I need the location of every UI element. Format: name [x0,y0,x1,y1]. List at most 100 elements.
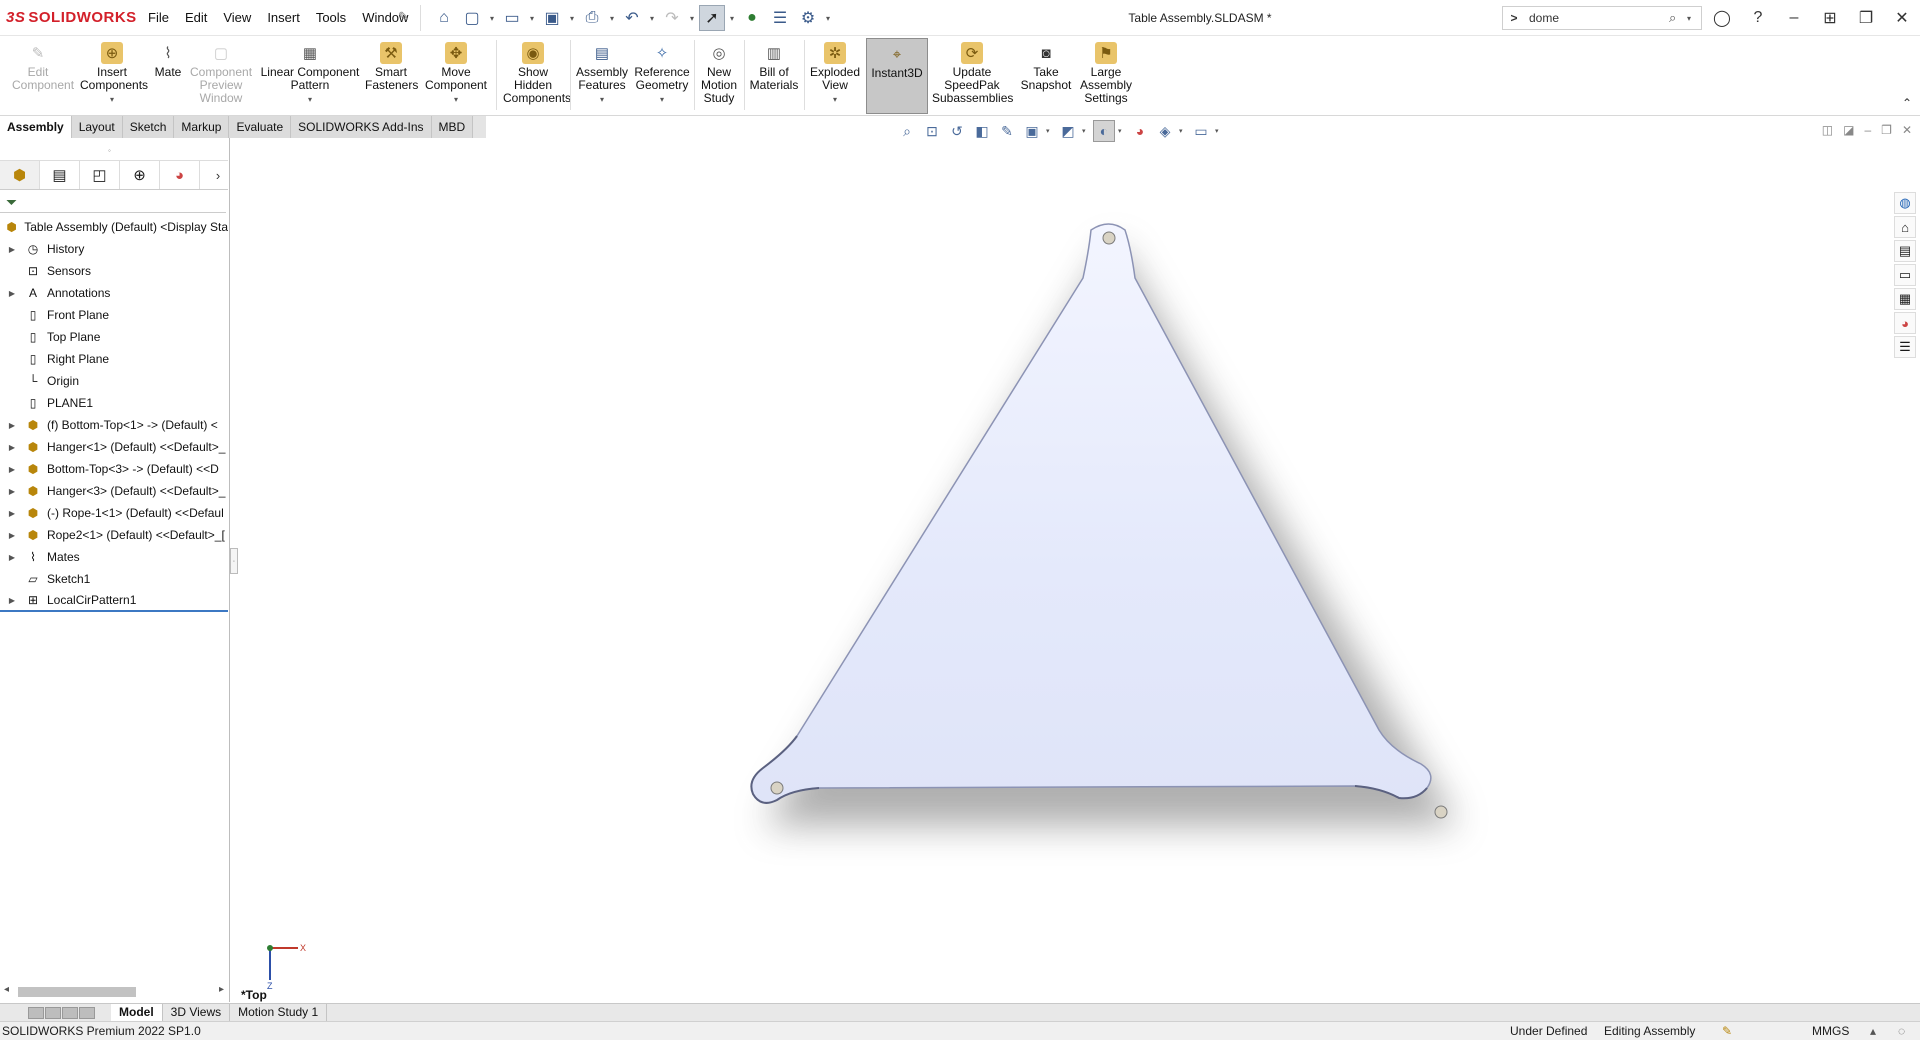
exploded-view-dropdown-icon[interactable]: ▾ [833,93,837,106]
feature-manager-tree-icon[interactable]: ⬢ [0,161,40,189]
insert-components-button[interactable]: ⊕ Insert Components ▾ [76,38,148,114]
save-icon[interactable]: ▣ [539,5,565,31]
tree-item-local-pattern[interactable]: ▶ ⊞ LocalCirPattern1 [0,590,228,612]
expand-arrow-icon[interactable]: ▶ [6,487,18,496]
linear-pattern-dropdown-icon[interactable]: ▾ [308,93,312,106]
section-view-icon[interactable]: ◧ [971,120,993,142]
tree-item-sketch1[interactable]: ▱ Sketch1 [0,568,228,590]
tab-sketch[interactable]: Sketch [122,116,175,138]
rebuild-status-icon[interactable]: ✎ [1722,1022,1732,1041]
select-dropdown-icon[interactable]: ▾ [727,14,737,23]
display-style-icon[interactable]: ◩ [1057,120,1079,142]
linear-component-pattern-button[interactable]: ▦ Linear Component Pattern ▾ [258,38,362,114]
help-icon[interactable]: ? [1740,0,1776,36]
new-dropdown-icon[interactable]: ▾ [487,14,497,23]
large-assembly-settings-button[interactable]: ⚑ Large Assembly Settings [1078,38,1134,114]
assembly-features-dropdown-icon[interactable]: ▾ [600,93,604,106]
menu-tools[interactable]: Tools [308,10,354,25]
hide-show-items-icon[interactable]: ◐ [1093,120,1115,142]
expand-tabs-icon[interactable]: › [208,168,228,183]
collapse-ribbon-icon[interactable]: ⌃ [1902,96,1912,110]
tab-evaluate[interactable]: Evaluate [229,116,292,138]
expand-arrow-icon[interactable]: ▶ [6,443,18,452]
appearances-icon[interactable]: ▦ [1894,288,1916,310]
solidworks-resources-icon[interactable]: ◍ [1894,192,1916,214]
tile-icon[interactable]: ⊞ [1812,0,1848,36]
scroll-left-icon[interactable]: ◂ [4,984,9,995]
view-orientation-dropdown-icon[interactable]: ▾ [1046,127,1054,135]
rebuild-icon[interactable]: ● [739,5,765,31]
tab-motion-study[interactable]: Motion Study 1 [230,1003,328,1022]
viewport-minimize-icon[interactable]: – [1864,123,1871,137]
tree-item-annotations[interactable]: ▶ A Annotations [0,282,228,304]
menu-file[interactable]: File [140,10,177,25]
search-input[interactable]: dome [1525,11,1669,25]
edit-appearance-icon[interactable]: ◕ [1129,120,1151,142]
appearances-scenes-icon[interactable]: ◕ [1894,312,1916,334]
open-folder-icon[interactable]: ▭ [499,5,525,31]
tree-item-sensors[interactable]: ⊡ Sensors [0,260,228,282]
custom-properties-icon[interactable]: ☰ [1894,336,1916,358]
update-speedpak-button[interactable]: ⟳ Update SpeedPak Subassemblies [932,38,1013,114]
viewport-split-right-icon[interactable]: ◪ [1843,123,1854,137]
display-style-dropdown-icon[interactable]: ▾ [1082,127,1090,135]
tab-model[interactable]: Model [111,1003,163,1022]
reference-geometry-button[interactable]: ✧ Reference Geometry ▾ [632,38,692,114]
reference-geometry-dropdown-icon[interactable]: ▾ [660,93,664,106]
scroll-right-icon[interactable]: ▸ [219,984,224,995]
graphics-area[interactable] [231,138,1920,1002]
tree-item-front-plane[interactable]: ▯ Front Plane [0,304,228,326]
tree-item-origin[interactable]: └ Origin [0,370,228,392]
expand-arrow-icon[interactable]: ▶ [6,465,18,474]
tab-assembly[interactable]: Assembly [0,116,72,138]
save-dropdown-icon[interactable]: ▾ [567,14,577,23]
home-icon[interactable]: ⌂ [431,5,457,31]
tree-horizontal-scrollbar[interactable]: ◂ ▸ [2,984,226,998]
configuration-manager-icon[interactable]: ◰ [80,161,120,189]
close-icon[interactable]: ✕ [1884,0,1920,36]
previous-view-icon[interactable]: ↺ [946,120,968,142]
redo-icon[interactable]: ↷ [659,5,685,31]
undo-dropdown-icon[interactable]: ▾ [647,14,657,23]
view-palette-icon[interactable]: ▭ [1894,264,1916,286]
select-pointer-icon[interactable]: ➚ [699,5,725,31]
menu-edit[interactable]: Edit [177,10,215,25]
redo-dropdown-icon[interactable]: ▾ [687,14,697,23]
tree-item-mates[interactable]: ▶ ⌇ Mates [0,546,228,568]
panel-grip-icon[interactable]: ◦ [108,146,111,155]
pin-icon[interactable]: ✎ [398,9,409,25]
take-snapshot-button[interactable]: ◙ Take Snapshot [1018,38,1074,114]
tree-item-history[interactable]: ▶ ◷ History [0,238,228,260]
status-units[interactable]: MMGS [1812,1022,1849,1041]
expand-arrow-icon[interactable]: ▶ [6,509,18,518]
tab-addins[interactable]: SOLIDWORKS Add-Ins [291,116,432,138]
search-icon[interactable]: ⌕ [1669,10,1687,26]
open-dropdown-icon[interactable]: ▾ [527,14,537,23]
options-dropdown-icon[interactable]: ▾ [823,14,833,23]
print-icon[interactable]: ⎙ [579,5,605,31]
tab-markup[interactable]: Markup [174,116,230,138]
view-settings-icon[interactable]: ▭ [1190,120,1212,142]
menu-view[interactable]: View [215,10,259,25]
bill-of-materials-button[interactable]: ▥ Bill of Materials [748,38,800,114]
tab-3d-views[interactable]: 3D Views [163,1003,231,1022]
table-triangle-plate[interactable] [750,223,1432,804]
edit-component-button[interactable]: ✎ Edit Component [4,38,74,114]
hide-show-dropdown-icon[interactable]: ▾ [1118,127,1126,135]
tree-item-component[interactable]: ▶ ⬢ Hanger<1> (Default) <<Default>_ [0,436,228,458]
viewport-split-left-icon[interactable]: ◫ [1822,123,1833,137]
tree-item-plane1[interactable]: ▯ PLANE1 [0,392,228,414]
tree-root-assembly[interactable]: ⬢ Table Assembly (Default) <Display Sta [0,216,228,238]
expand-arrow-icon[interactable]: ▶ [6,289,18,298]
tree-item-component[interactable]: ▶ ⬢ (-) Rope-1<1> (Default) <<Defaul [0,502,228,524]
file-explorer-icon[interactable]: ▤ [1894,240,1916,262]
command-search-icon[interactable]: > [1503,7,1525,29]
solidworks-logo[interactable]: 3S SOLIDWORKS [6,9,137,26]
viewport-restore-icon[interactable]: ❐ [1881,123,1892,137]
zoom-to-area-icon[interactable]: ⊡ [921,120,943,142]
dynamic-annotation-icon[interactable]: ✎ [996,120,1018,142]
tab-layout[interactable]: Layout [71,116,123,138]
restore-icon[interactable]: ❐ [1848,0,1884,36]
units-dropdown-icon[interactable]: ▴ [1870,1022,1876,1041]
menu-insert[interactable]: Insert [259,10,308,25]
